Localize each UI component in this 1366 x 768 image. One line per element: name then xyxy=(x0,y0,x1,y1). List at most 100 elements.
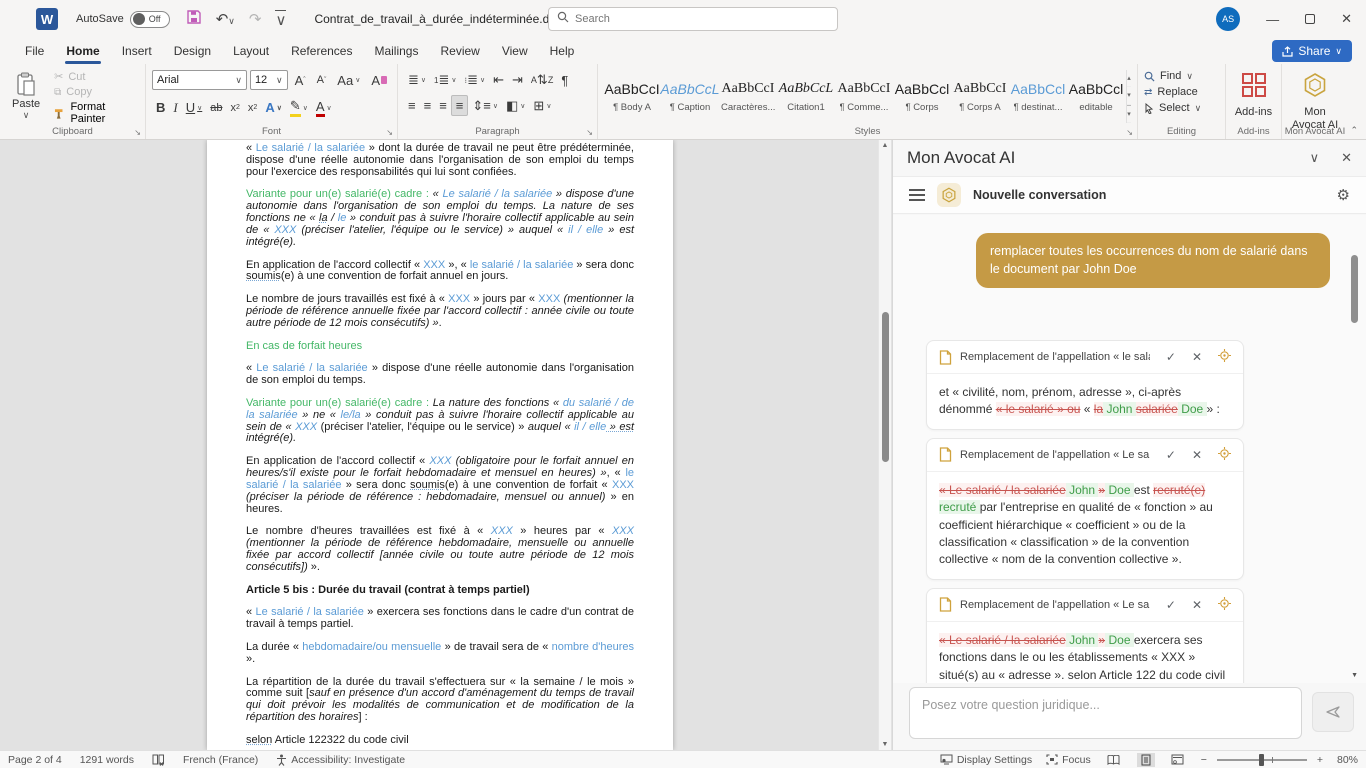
panel-collapse-icon[interactable]: ∨ xyxy=(1310,150,1320,166)
scroll-up-icon[interactable]: ▲ xyxy=(879,142,891,149)
accept-icon[interactable]: ✓ xyxy=(1166,448,1176,462)
doc-paragraph[interactable]: Variante pour un(e) salarié(e) cadre : «… xyxy=(246,189,634,248)
paragraph-dialog-launcher[interactable]: ↘ xyxy=(586,128,593,137)
document-scrollbar[interactable]: ▲ ▼ xyxy=(878,140,891,750)
tab-references[interactable]: References xyxy=(280,40,363,62)
tab-design[interactable]: Design xyxy=(163,40,222,62)
text-effects-button[interactable]: A∨ xyxy=(261,98,286,117)
zoom-slider[interactable] xyxy=(1217,759,1307,761)
collapse-ribbon-icon[interactable]: ⌃ xyxy=(1350,125,1358,136)
close-button[interactable]: ✕ xyxy=(1341,11,1352,27)
zoom-in-button[interactable]: + xyxy=(1317,754,1323,766)
question-input[interactable] xyxy=(909,687,1302,739)
locate-icon[interactable] xyxy=(1218,597,1231,613)
mon-avocat-ai-button[interactable] xyxy=(1302,72,1328,103)
share-button[interactable]: Share ∨ xyxy=(1272,40,1352,62)
style-gallery-item[interactable]: AaBbCcICaractères... xyxy=(720,70,776,120)
borders-button[interactable]: ⊞∨ xyxy=(529,96,555,116)
tab-file[interactable]: File xyxy=(14,40,55,62)
style-gallery-item[interactable]: AaBbCcl¶ Corps xyxy=(894,70,950,120)
doc-paragraph[interactable]: « Le salarié / la salariée » exercera se… xyxy=(246,607,634,631)
style-gallery-item[interactable]: AaBbCcL¶ Caption xyxy=(662,70,718,120)
subscript-button[interactable]: x2 xyxy=(227,100,244,116)
justify-button[interactable]: ≡ xyxy=(451,95,469,116)
autosave-toggle[interactable]: Off xyxy=(130,11,170,28)
read-mode-button[interactable] xyxy=(1105,753,1123,767)
style-gallery-item[interactable]: AaBbCcLCitation1 xyxy=(778,70,834,120)
scrollbar-thumb[interactable] xyxy=(882,312,889,462)
styles-scroll-up-icon[interactable]: ▴ xyxy=(1127,70,1131,87)
align-left-button[interactable]: ≡ xyxy=(404,96,420,115)
reject-icon[interactable]: ✕ xyxy=(1192,598,1202,612)
style-gallery-item[interactable]: AaBbCcI¶ Body A xyxy=(604,70,660,120)
doc-paragraph[interactable]: Variante pour un(e) salarié(e) cadre : L… xyxy=(246,398,634,445)
tab-insert[interactable]: Insert xyxy=(111,40,163,62)
paste-button[interactable]: Paste ∨ xyxy=(6,70,46,123)
accept-icon[interactable]: ✓ xyxy=(1166,598,1176,612)
style-gallery-item[interactable]: AaBbCcI¶ Comme... xyxy=(836,70,892,120)
reject-icon[interactable]: ✕ xyxy=(1192,448,1202,462)
select-button[interactable]: Select∨ xyxy=(1144,102,1219,114)
copy-button[interactable]: ⧉Copy xyxy=(54,86,139,98)
undo-icon[interactable]: ↶∨ xyxy=(216,10,235,28)
styles-dialog-launcher[interactable]: ↘ xyxy=(1126,128,1133,137)
panel-close-icon[interactable]: ✕ xyxy=(1341,150,1352,166)
sort-button[interactable]: A⇅Z xyxy=(527,70,557,90)
increase-indent-button[interactable]: ⇥ xyxy=(508,70,527,90)
reject-icon[interactable]: ✕ xyxy=(1192,350,1202,364)
align-right-button[interactable]: ≡ xyxy=(435,96,451,115)
scroll-down-icon[interactable]: ▼ xyxy=(879,741,891,748)
redo-icon[interactable]: ↷ xyxy=(249,10,262,28)
chat-scroll-down-icon[interactable]: ▼ xyxy=(1351,672,1358,679)
zoom-out-button[interactable]: − xyxy=(1201,754,1207,766)
font-dialog-launcher[interactable]: ↘ xyxy=(386,128,393,137)
doc-paragraph[interactable]: « Le salarié / la salariée » dont la dur… xyxy=(246,143,634,178)
styles-scroll-down-icon[interactable]: ▾ xyxy=(1127,87,1131,104)
style-gallery-item[interactable]: AaBbCcI¶ Corps A xyxy=(952,70,1008,120)
styles-gallery-more-icon[interactable]: ▾ xyxy=(1127,105,1131,123)
cut-button[interactable]: ✂Cut xyxy=(54,70,139,83)
change-case-button[interactable]: Aa∨ xyxy=(333,71,364,90)
accept-icon[interactable]: ✓ xyxy=(1166,350,1176,364)
zoom-slider-thumb[interactable] xyxy=(1259,754,1264,766)
tab-mailings[interactable]: Mailings xyxy=(363,40,429,62)
tab-help[interactable]: Help xyxy=(539,40,586,62)
tab-home[interactable]: Home xyxy=(55,40,110,62)
locate-icon[interactable] xyxy=(1218,349,1231,365)
search-bar[interactable] xyxy=(548,7,838,31)
chat-scrollbar-thumb[interactable] xyxy=(1351,255,1358,323)
shrink-font-button[interactable]: Aˇ xyxy=(313,72,331,88)
locate-icon[interactable] xyxy=(1218,447,1231,463)
menu-icon[interactable] xyxy=(909,189,925,191)
doc-paragraph[interactable]: Article 5 bis : Durée du travail (contra… xyxy=(246,585,634,597)
numbered-list-button[interactable]: 1≣∨ xyxy=(430,70,460,90)
doc-paragraph[interactable]: Le nombre de jours travaillés est fixé à… xyxy=(246,294,634,329)
clipboard-dialog-launcher[interactable]: ↘ xyxy=(134,128,141,137)
document-title[interactable]: Contrat_de_travail_à_durée_indéterminée.… xyxy=(314,12,580,26)
word-count[interactable]: 1291 words xyxy=(80,754,134,766)
doc-paragraph[interactable]: En application de l'accord collectif « X… xyxy=(246,260,634,284)
doc-paragraph[interactable]: La répartition de la durée du travail s'… xyxy=(246,677,634,724)
style-gallery-item[interactable]: AaBbCcl¶ destinat... xyxy=(1010,70,1066,120)
print-layout-button[interactable] xyxy=(1137,753,1155,767)
tab-view[interactable]: View xyxy=(491,40,539,62)
restore-button[interactable] xyxy=(1305,12,1315,27)
bullet-list-button[interactable]: ≣∨ xyxy=(404,70,430,90)
style-gallery-item[interactable]: AaBbCcleditable xyxy=(1068,70,1124,120)
bold-button[interactable]: B xyxy=(152,98,169,117)
page-info[interactable]: Page 2 of 4 xyxy=(8,754,62,766)
autosave-control[interactable]: AutoSave Off xyxy=(76,11,170,28)
highlight-color-button[interactable]: ✎∨ xyxy=(286,96,312,119)
font-name-combo[interactable]: Arial∨ xyxy=(152,70,247,90)
doc-paragraph[interactable]: La durée « hebdomadaire/ou mensuelle » d… xyxy=(246,642,634,666)
find-button[interactable]: Find∨ xyxy=(1144,70,1219,82)
multilevel-list-button[interactable]: ⁝≣∨ xyxy=(461,70,490,90)
line-spacing-button[interactable]: ⇕≡∨ xyxy=(468,96,502,116)
web-layout-button[interactable] xyxy=(1169,753,1187,767)
underline-button[interactable]: U∨ xyxy=(182,98,207,117)
settings-gear-icon[interactable]: ⚙ xyxy=(1337,186,1350,204)
format-painter-button[interactable]: Format Painter xyxy=(54,101,139,125)
tab-review[interactable]: Review xyxy=(429,40,490,62)
focus-button[interactable]: Focus xyxy=(1046,754,1091,766)
font-size-combo[interactable]: 12∨ xyxy=(250,70,288,90)
